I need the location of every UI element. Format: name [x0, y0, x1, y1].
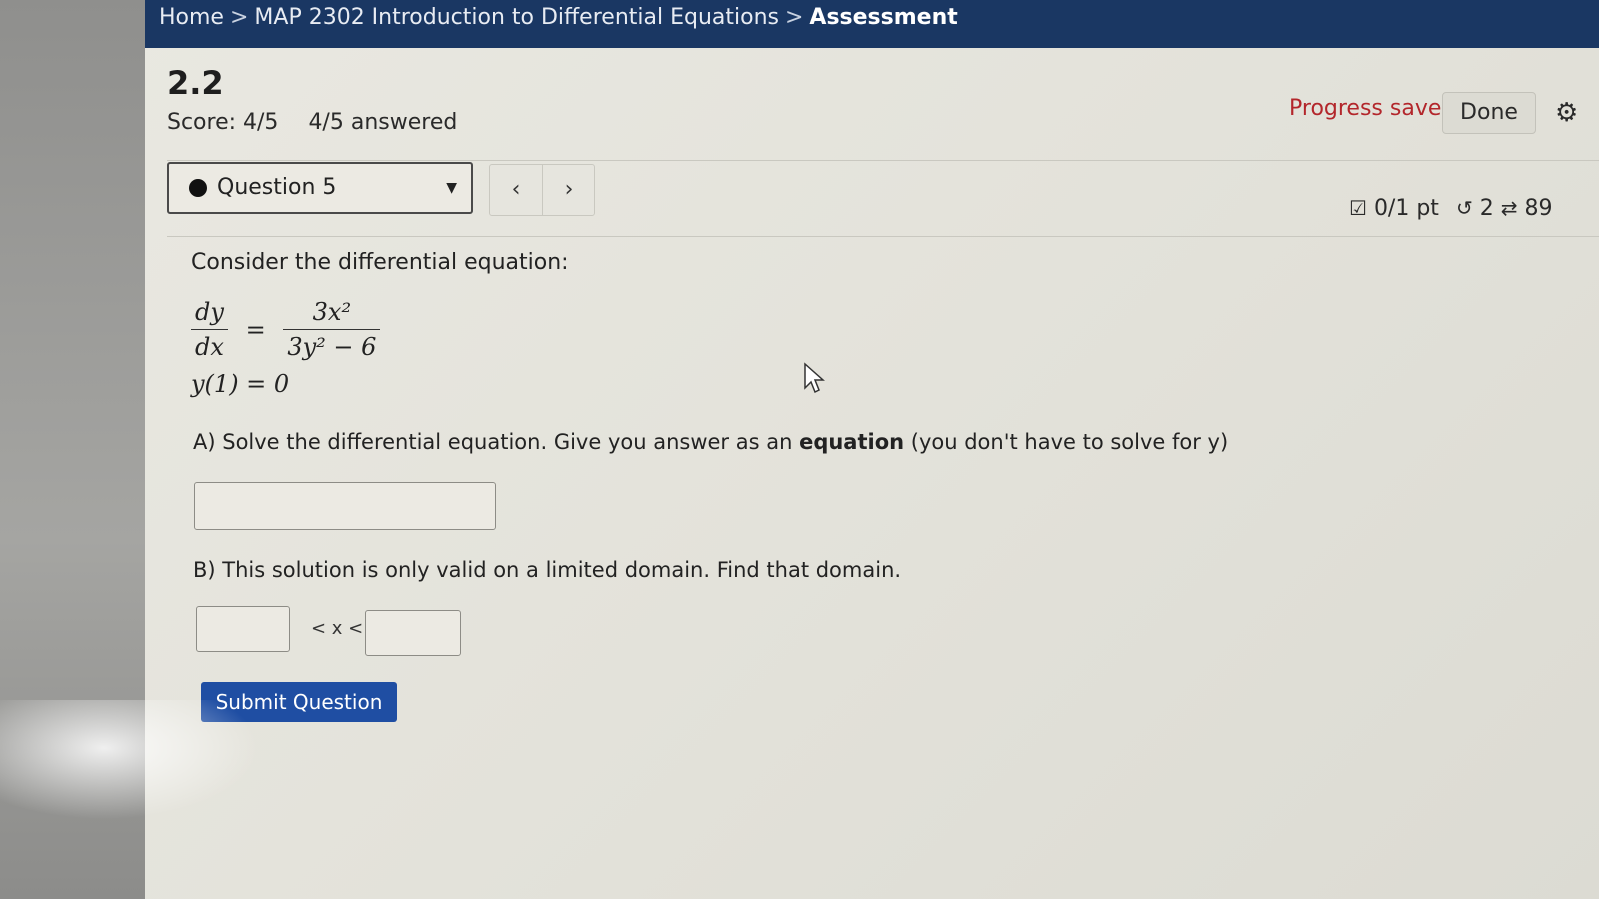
inequality-text: < x < [311, 618, 364, 639]
divider [167, 236, 1599, 237]
retry-icon[interactable]: ⇄ [1501, 196, 1518, 220]
question-prompt: Consider the differential equation: [191, 250, 569, 275]
breadcrumb-home[interactable]: Home [159, 5, 224, 30]
answered-text: 4/5 answered [308, 110, 458, 135]
part-a-pre: A) Solve the differential equation. Give… [193, 430, 800, 454]
page: Home > MAP 2302 Introduction to Differenti… [145, 0, 1599, 899]
equals-sign: = [245, 315, 266, 344]
checkbox-icon: ☑ [1349, 196, 1367, 220]
score-text: Score: 4/5 [167, 110, 279, 135]
breadcrumb-course[interactable]: MAP 2302 Introduction to Differential Eq… [254, 5, 779, 30]
undo-icon[interactable]: ↺ [1456, 196, 1473, 220]
score-summary: Score: 4/5 4/5 answered [167, 110, 487, 135]
attempts-count: 89 [1524, 196, 1553, 221]
assignment-title: 2.2 [167, 64, 224, 102]
rhs-fraction: 3x² 3y² − 6 [283, 298, 381, 361]
retries-count: 2 [1479, 196, 1494, 221]
breadcrumb-current: Assessment [809, 5, 958, 30]
breadcrumb-separator: > [229, 5, 249, 30]
answer-a-input[interactable] [194, 482, 496, 530]
rhs-numerator: 3x² [283, 298, 381, 330]
question-nav: ‹ › [489, 164, 595, 216]
part-a-post: (you don't have to solve for y) [904, 430, 1229, 454]
domain-lower-input[interactable] [196, 606, 290, 652]
screen-bezel [0, 0, 150, 899]
question-meta: ☑ 0/1 pt ↺ 2 ⇄ 89 [1349, 196, 1552, 221]
part-a-text: A) Solve the differential equation. Give… [193, 430, 1228, 454]
domain-upper-input[interactable] [365, 610, 461, 656]
part-b-text: B) This solution is only valid on a limi… [193, 558, 902, 582]
question-select[interactable]: Question 5 ▼ [167, 162, 473, 214]
breadcrumb: Home > MAP 2302 Introduction to Differenti… [145, 0, 1599, 48]
chevron-right-icon[interactable]: › [543, 165, 595, 215]
breadcrumb-separator: > [784, 5, 804, 30]
differential-equation: dy dx = 3x² 3y² − 6 [191, 298, 381, 361]
caret-down-icon: ▼ [446, 180, 457, 196]
chevron-left-icon[interactable]: ‹ [490, 165, 543, 215]
submit-button[interactable]: Submit Question [201, 682, 397, 722]
progress-status: Progress saved [1289, 96, 1456, 121]
rhs-denominator: 3y² − 6 [287, 333, 377, 361]
question-select-label: Question 5 [217, 175, 337, 200]
done-button[interactable]: Done [1442, 92, 1536, 134]
lhs-numerator: dy [191, 298, 228, 330]
mouse-cursor-icon [804, 362, 825, 394]
part-a-bold: equation [799, 430, 905, 454]
lhs-denominator: dx [195, 333, 224, 361]
status-dot-icon [189, 179, 207, 197]
lhs-fraction: dy dx [191, 298, 228, 361]
points-text: 0/1 pt [1373, 196, 1439, 221]
settings-icon[interactable]: ⚙ [1555, 98, 1578, 128]
divider [167, 160, 1599, 161]
initial-condition: y(1) = 0 [191, 370, 290, 398]
